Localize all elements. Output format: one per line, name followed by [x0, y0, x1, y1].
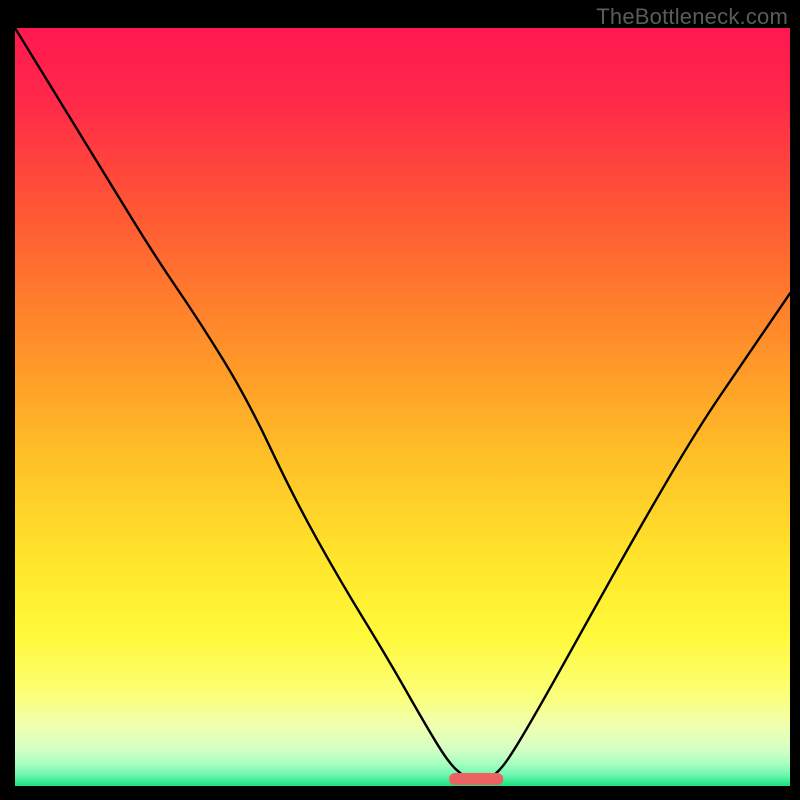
optimum-marker — [449, 773, 503, 785]
plot-area — [15, 28, 790, 786]
watermark-text: TheBottleneck.com — [596, 4, 788, 30]
bottleneck-chart — [0, 0, 800, 800]
